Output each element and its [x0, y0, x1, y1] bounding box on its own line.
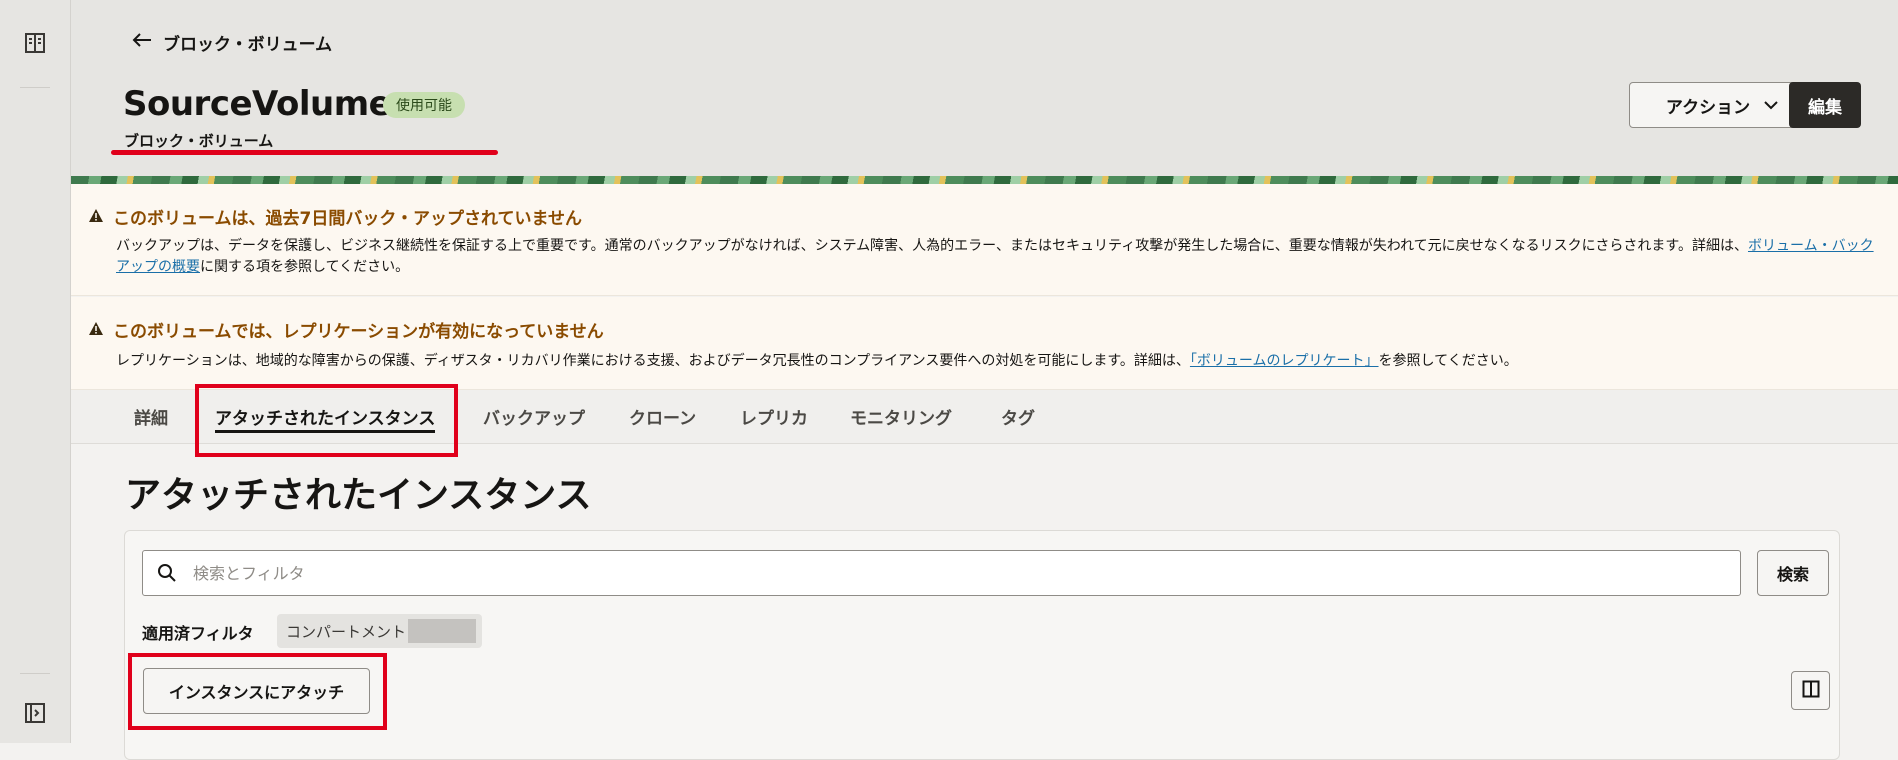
tab-tags[interactable]: タグ: [1001, 390, 1035, 443]
rail-divider: [20, 673, 50, 674]
search-field[interactable]: [142, 550, 1741, 596]
alert-title: このボリュームでは、レプリケーションが有効になっていません: [113, 322, 604, 342]
alert-text-part: を参照してください。: [1378, 353, 1518, 369]
search-button[interactable]: 検索: [1757, 550, 1829, 596]
replicate-volume-link[interactable]: 「ボリュームのレプリケート」: [1190, 353, 1379, 369]
alert-heading: このボリュームでは、レプリケーションが有効になっていません: [89, 317, 604, 342]
alert-text: レプリケーションは、地域的な障害からの保護、ディザスタ・リカバリ作業における支援…: [116, 351, 1882, 372]
page-title: SourceVolume: [123, 84, 392, 124]
tab-monitoring[interactable]: モニタリング: [850, 390, 952, 443]
page-subtitle: ブロック・ボリューム: [124, 132, 274, 150]
alert-text: バックアップは、データを保護し、ビジネス継続性を保証する上で重要です。通常のバッ…: [116, 236, 1882, 278]
back-link[interactable]: ブロック・ボリューム: [131, 30, 332, 55]
rail-divider: [20, 87, 50, 88]
sidebar-expand-icon[interactable]: [20, 698, 50, 728]
warning-icon: [89, 320, 103, 340]
columns-icon: [1802, 680, 1820, 702]
back-arrow-icon: [131, 32, 153, 53]
status-badge: 使用可能: [383, 92, 465, 118]
alert-text-part: に関する項を参照してください。: [200, 259, 410, 275]
alert-title: このボリュームは、過去7日間バック・アップされていません: [113, 209, 582, 229]
alert-text-part: レプリケーションは、地域的な障害からの保護、ディザスタ・リカバリ作業における支援…: [116, 353, 1190, 369]
tab-details[interactable]: 詳細: [134, 390, 168, 443]
tab-bar: 詳細 アタッチされたインスタンス バックアップ クローン レプリカ モニタリング…: [71, 390, 1898, 444]
tab-attached-instances[interactable]: アタッチされたインスタンス: [215, 390, 436, 443]
search-input[interactable]: [191, 562, 1695, 584]
tab-replicas[interactable]: レプリカ: [740, 390, 808, 443]
tab-clones[interactable]: クローン: [629, 390, 696, 443]
actions-button[interactable]: アクション: [1629, 82, 1815, 128]
alert-text-part: バックアップは、データを保護し、ビジネス継続性を保証する上で重要です。通常のバッ…: [116, 238, 1748, 254]
warning-icon: [89, 207, 103, 227]
backup-warning-alert: このボリュームは、過去7日間バック・アップされていません バックアップは、データ…: [71, 184, 1898, 296]
alert-heading: このボリュームは、過去7日間バック・アップされていません: [89, 204, 582, 229]
page-header: ブロック・ボリューム SourceVolume 使用可能 ブロック・ボリューム …: [71, 0, 1898, 184]
chevron-down-icon: [1764, 95, 1778, 115]
actions-button-label: アクション: [1665, 97, 1751, 118]
section-title: アタッチされたインスタンス: [125, 475, 592, 516]
attach-instance-button[interactable]: インスタンスにアタッチ: [143, 668, 370, 714]
compartment-filter-chip[interactable]: コンパートメント: [277, 614, 483, 648]
search-icon: [143, 563, 191, 583]
left-rail: [0, 0, 71, 743]
columns-toggle-button[interactable]: [1791, 671, 1830, 710]
panel-layout-icon[interactable]: [20, 28, 50, 58]
applied-filters-label: 適用済フィルタ: [142, 624, 254, 643]
decorative-banner: [71, 176, 1898, 184]
back-link-label: ブロック・ボリューム: [163, 35, 333, 55]
annotation-underline: [111, 150, 498, 155]
redacted-value: [408, 619, 477, 643]
edit-button[interactable]: 編集: [1789, 82, 1861, 128]
tab-backups[interactable]: バックアップ: [483, 390, 585, 443]
replication-warning-alert: このボリュームでは、レプリケーションが有効になっていません レプリケーションは、…: [71, 297, 1898, 390]
filter-chip-label: コンパートメント: [286, 622, 407, 641]
